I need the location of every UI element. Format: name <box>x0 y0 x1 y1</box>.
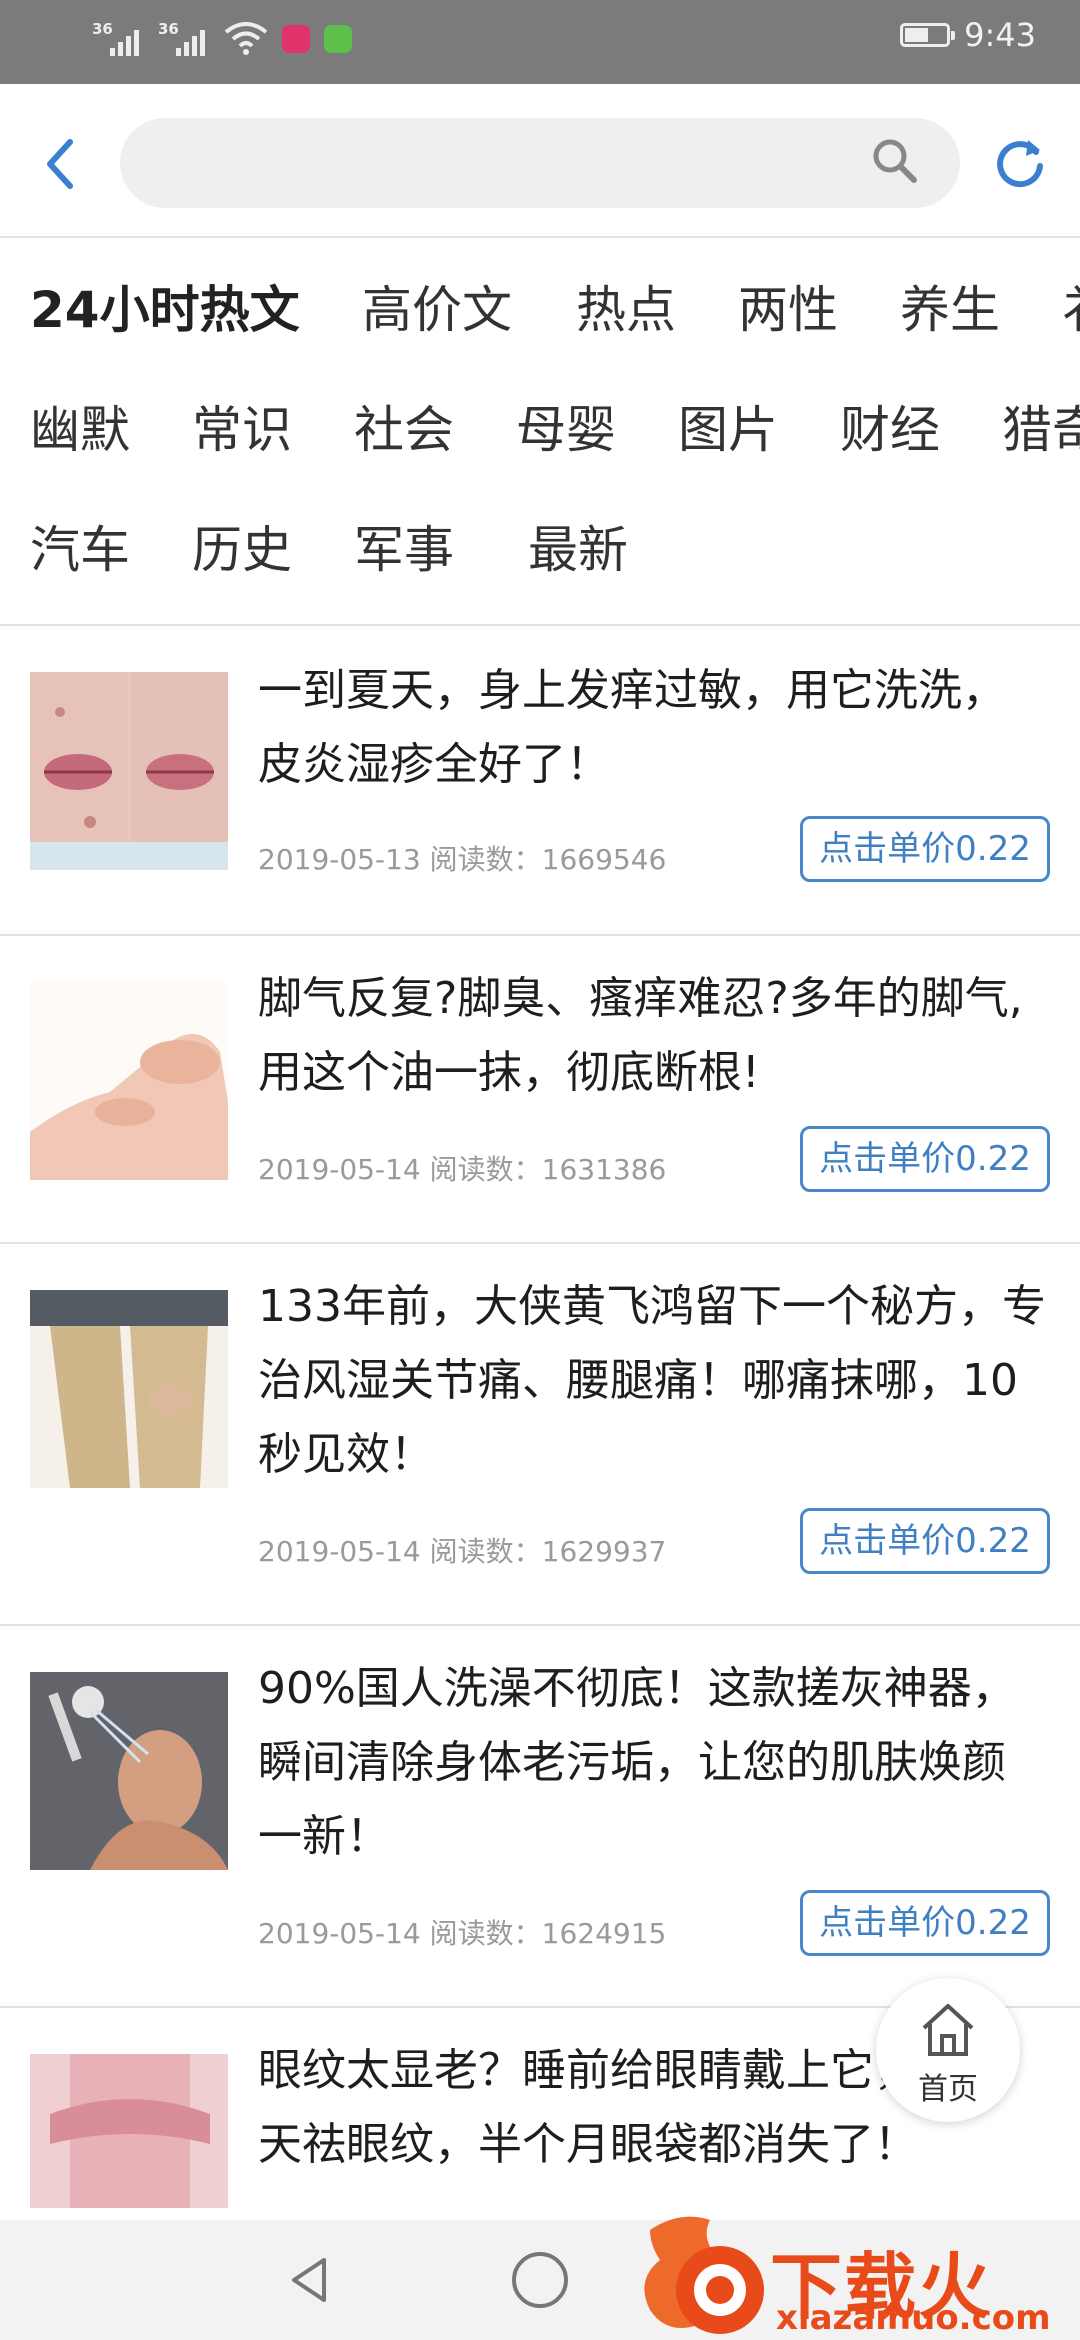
article-item[interactable]: 脚气反复?脚臭、瘙痒难忍?多年的脚气,用这个油一抹，彻底断根! 2019-05-… <box>0 936 1080 1244</box>
reads-count: 1669546 <box>541 843 667 876</box>
tab-finance[interactable]: 财经 <box>840 400 940 460</box>
reads-label: 阅读数： <box>429 1917 542 1950</box>
article-title[interactable]: 眼纹太显老？睡前给眼睛戴上它，天祛眼纹，半个月眼袋都消失了！ <box>258 2034 938 2182</box>
clock: 9:43 <box>964 16 1036 54</box>
tab-partial[interactable]: 衤 <box>1062 280 1080 340</box>
tab-auto[interactable]: 汽车 <box>30 520 130 580</box>
search-input[interactable] <box>160 118 864 210</box>
article-meta: 2019-05-13 阅读数：1669546 <box>258 838 666 878</box>
home-fab[interactable]: 首页 <box>876 1978 1020 2122</box>
tab-pictures[interactable]: 图片 <box>678 400 778 460</box>
tab-society[interactable]: 社会 <box>354 400 454 460</box>
nav-back-icon[interactable] <box>280 2250 340 2310</box>
reads-label: 阅读数： <box>429 1153 542 1186</box>
back-arrow-icon[interactable] <box>40 134 84 194</box>
article-meta: 2019-05-14 阅读数：1631386 <box>258 1148 666 1188</box>
article-title[interactable]: 90%国人洗澡不彻底！这款搓灰神器，瞬间清除身体老污垢，让您的肌肤焕颜一新！ <box>258 1652 1048 1874</box>
top-bar <box>0 84 1080 238</box>
home-icon <box>922 2004 974 2056</box>
refresh-icon[interactable] <box>990 134 1050 194</box>
tab-high-price[interactable]: 高价文 <box>362 280 512 340</box>
tab-common-sense[interactable]: 常识 <box>192 400 292 460</box>
wifi-icon <box>224 22 268 55</box>
article-date: 2019-05-14 <box>258 1153 421 1186</box>
article-thumbnail <box>30 672 228 870</box>
reads-count: 1631386 <box>541 1153 667 1186</box>
tab-curiosity[interactable]: 猎奇 <box>1002 400 1080 460</box>
click-price-button[interactable]: 点击单价0.22 <box>800 816 1050 882</box>
article-title[interactable]: 脚气反复?脚臭、瘙痒难忍?多年的脚气,用这个油一抹，彻底断根! <box>258 962 1048 1110</box>
click-price-button[interactable]: 点击单价0.22 <box>800 1126 1050 1192</box>
watermark-url: xiazaihuo.com <box>776 2298 1051 2338</box>
notification-app-icon <box>282 25 310 53</box>
article-thumbnail <box>30 1290 228 1488</box>
search-icon[interactable] <box>870 136 920 186</box>
notification-app-icon <box>324 25 352 53</box>
tab-military[interactable]: 军事 <box>354 520 454 580</box>
article-item[interactable]: 90%国人洗澡不彻底！这款搓灰神器，瞬间清除身体老污垢，让您的肌肤焕颜一新！ 2… <box>0 1626 1080 2008</box>
home-fab-label: 首页 <box>918 2072 978 2107</box>
battery-icon <box>900 23 956 47</box>
article-title[interactable]: 一到夏天，身上发痒过敏，用它洗洗，皮炎湿疹全好了！ <box>258 654 1048 802</box>
nav-home-icon[interactable] <box>512 2252 568 2308</box>
tab-health[interactable]: 养生 <box>900 280 1000 340</box>
reads-count: 1624915 <box>541 1917 667 1950</box>
reads-label: 阅读数： <box>429 843 542 876</box>
search-bar[interactable] <box>120 118 960 210</box>
status-right: 9:43 <box>900 16 1036 54</box>
tab-history[interactable]: 历史 <box>192 520 292 580</box>
signal-icon: 36 <box>92 20 144 58</box>
reads-label: 阅读数： <box>429 1535 542 1568</box>
status-bar: 36 36 9:43 <box>0 0 1080 84</box>
reads-count: 1629937 <box>541 1535 667 1568</box>
article-date: 2019-05-14 <box>258 1917 421 1950</box>
article-thumbnail <box>30 982 228 1180</box>
tab-latest[interactable]: 最新 <box>528 520 628 580</box>
category-tabs: 24小时热文 高价文 热点 两性 养生 衤 幽默 常识 社会 母婴 图片 财经 … <box>0 238 1080 626</box>
tab-gender[interactable]: 两性 <box>738 280 838 340</box>
tab-parenting[interactable]: 母婴 <box>516 400 616 460</box>
article-meta: 2019-05-14 阅读数：1629937 <box>258 1530 666 1570</box>
article-title[interactable]: 133年前，大侠黄飞鸿留下一个秘方，专治风湿关节痛、腰腿痛！哪痛抹哪，10秒见效… <box>258 1270 1048 1492</box>
tab-humor[interactable]: 幽默 <box>30 400 130 460</box>
article-thumbnail <box>30 1672 228 1870</box>
click-price-button[interactable]: 点击单价0.22 <box>800 1508 1050 1574</box>
article-item[interactable]: 一到夏天，身上发痒过敏，用它洗洗，皮炎湿疹全好了！ 2019-05-13 阅读数… <box>0 626 1080 936</box>
tab-hot[interactable]: 热点 <box>576 280 676 340</box>
article-date: 2019-05-13 <box>258 843 421 876</box>
article-date: 2019-05-14 <box>258 1535 421 1568</box>
article-thumbnail <box>30 2054 228 2208</box>
signal-icon: 36 <box>158 20 210 58</box>
tab-24h-hot[interactable]: 24小时热文 <box>30 280 300 340</box>
status-left: 36 36 <box>92 20 352 58</box>
click-price-button[interactable]: 点击单价0.22 <box>800 1890 1050 1956</box>
article-meta: 2019-05-14 阅读数：1624915 <box>258 1912 666 1952</box>
article-item[interactable]: 133年前，大侠黄飞鸿留下一个秘方，专治风湿关节痛、腰腿痛！哪痛抹哪，10秒见效… <box>0 1244 1080 1626</box>
